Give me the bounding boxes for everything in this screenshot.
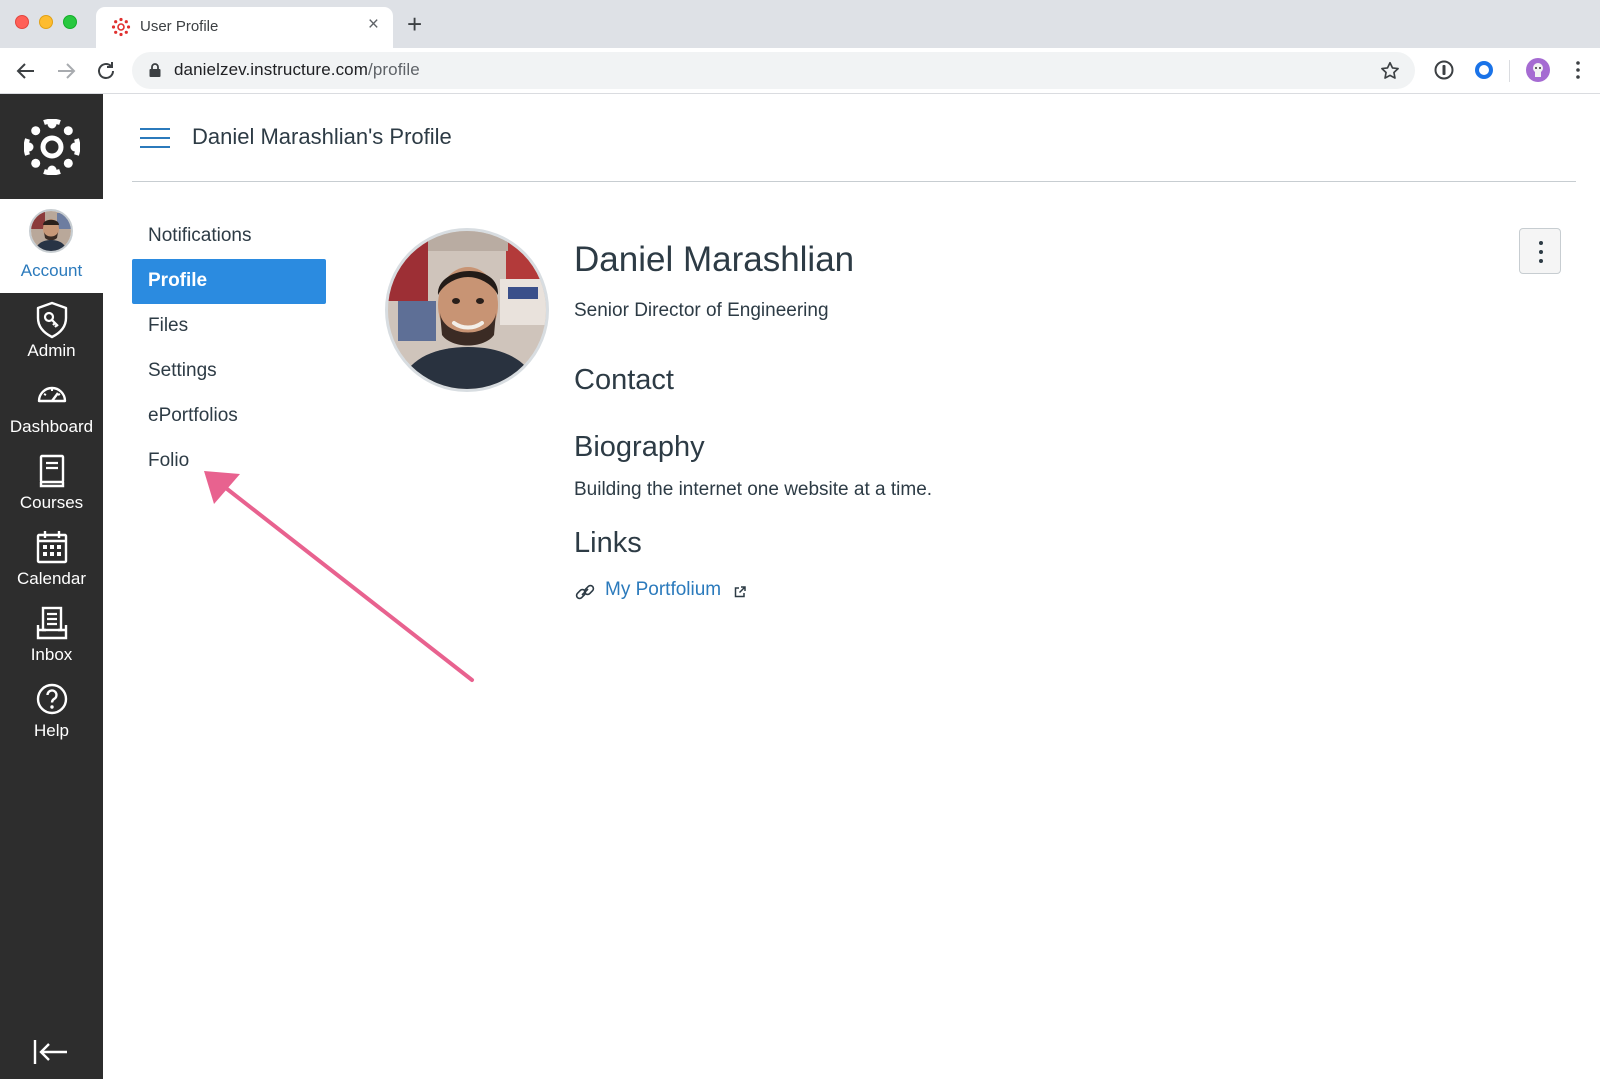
global-navigation: Account Admin Dashboard Courses Calendar… — [0, 94, 103, 1079]
nav-inbox[interactable]: Inbox — [0, 597, 103, 673]
url-host: danielzev.instructure.com — [174, 60, 368, 79]
submenu-item-files[interactable]: Files — [132, 304, 326, 349]
reload-icon[interactable] — [93, 58, 119, 84]
tab-title: User Profile — [140, 18, 219, 35]
calendar-icon — [36, 531, 68, 564]
annotation-arrow — [204, 471, 474, 682]
collapse-nav-icon[interactable] — [32, 1037, 70, 1067]
new-tab-button[interactable]: + — [407, 11, 422, 37]
tab-close-icon[interactable]: × — [368, 15, 379, 35]
nav-account[interactable]: Account — [0, 199, 103, 293]
biography-heading: Biography — [574, 431, 705, 463]
book-icon — [39, 454, 65, 488]
browser-toolbar: danielzev.instructure.com/profile — [0, 48, 1600, 94]
url-path: /profile — [368, 60, 420, 79]
profile-options-button[interactable] — [1519, 228, 1561, 274]
password-manager-icon[interactable] — [1432, 58, 1456, 82]
url-text: danielzev.instructure.com/profile — [174, 60, 420, 80]
user-photo-small — [31, 211, 71, 251]
submenu-item-notifications[interactable]: Notifications — [132, 214, 326, 259]
extension-ring-icon[interactable] — [1472, 58, 1496, 82]
shield-icon — [36, 301, 68, 339]
forward-arrow-icon[interactable] — [53, 58, 79, 84]
nav-inbox-label: Inbox — [30, 645, 73, 664]
nav-dashboard-label: Dashboard — [9, 417, 94, 436]
header-divider — [132, 181, 1576, 182]
submenu-item-profile[interactable]: Profile — [132, 259, 326, 304]
profile-photo-image — [388, 231, 546, 389]
chain-link-icon — [575, 584, 595, 600]
account-avatar — [29, 209, 73, 253]
back-arrow-icon[interactable] — [13, 58, 39, 84]
browser-tab[interactable]: User Profile × — [96, 7, 393, 48]
address-bar[interactable]: danielzev.instructure.com/profile — [132, 52, 1415, 89]
nav-calendar[interactable]: Calendar — [0, 521, 103, 597]
profile-job-title: Senior Director of Engineering — [574, 300, 829, 321]
nav-courses[interactable]: Courses — [0, 445, 103, 521]
nav-dashboard[interactable]: Dashboard — [0, 369, 103, 445]
submenu-item-settings[interactable]: Settings — [132, 349, 326, 394]
help-icon — [36, 683, 68, 715]
nav-account-label: Account — [20, 261, 83, 280]
nav-help-label: Help — [34, 721, 69, 740]
inbox-icon — [36, 606, 68, 640]
nav-courses-label: Courses — [19, 493, 84, 512]
profile-avatar-icon[interactable] — [1526, 58, 1550, 82]
external-link-icon — [734, 586, 746, 598]
bookmark-star-icon[interactable] — [1379, 60, 1401, 82]
canvas-favicon-icon — [111, 17, 131, 37]
biography-text: Building the internet one website at a t… — [574, 479, 933, 500]
minimize-window-button[interactable] — [39, 15, 53, 29]
canvas-logo-icon — [23, 118, 80, 175]
nav-admin-label: Admin — [27, 341, 76, 360]
canvas-logo[interactable] — [0, 94, 103, 199]
maximize-window-button[interactable] — [63, 15, 77, 29]
hamburger-menu-icon[interactable] — [140, 128, 170, 150]
nav-help[interactable]: Help — [0, 673, 103, 749]
portfolio-link[interactable]: My Portfolium — [605, 579, 721, 601]
speedometer-icon — [37, 386, 67, 403]
nav-calendar-label: Calendar — [17, 569, 86, 588]
profile-photo — [385, 228, 549, 392]
submenu-item-eportfolios[interactable]: ePortfolios — [132, 394, 326, 439]
browser-tab-bar: User Profile × + — [0, 0, 1600, 48]
browser-menu-icon[interactable] — [1566, 58, 1590, 82]
page-title: Daniel Marashlian's Profile — [192, 124, 452, 149]
lock-icon — [149, 63, 161, 77]
close-window-button[interactable] — [15, 15, 29, 29]
nav-admin[interactable]: Admin — [0, 293, 103, 369]
profile-submenu: Notifications Profile Files Settings ePo… — [132, 214, 326, 484]
profile-name: Daniel Marashlian — [574, 240, 855, 279]
links-heading: Links — [574, 527, 642, 559]
contact-heading: Contact — [574, 364, 674, 396]
toolbar-divider — [1509, 60, 1510, 82]
